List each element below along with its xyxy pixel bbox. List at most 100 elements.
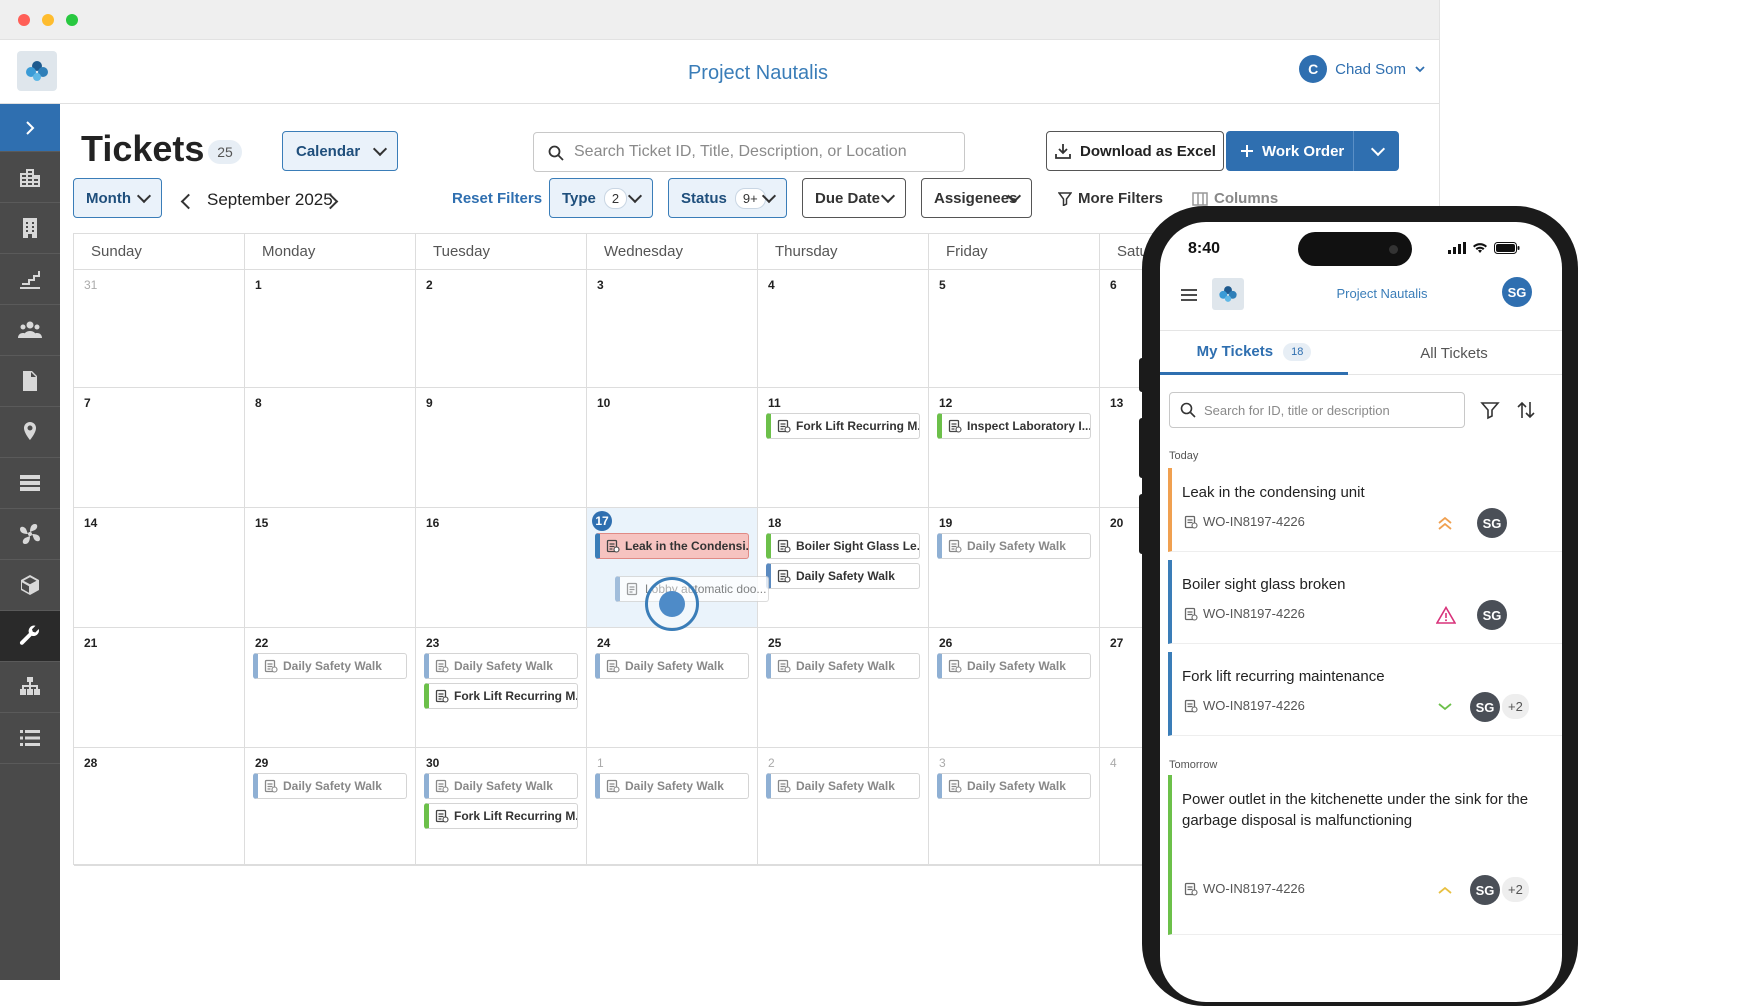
calendar-event[interactable]: Daily Safety Walk bbox=[595, 773, 749, 799]
calendar-day-cell[interactable]: 25 Daily Safety Walk bbox=[758, 628, 929, 748]
calendar-day-cell[interactable]: 12 Inspect Laboratory I... bbox=[929, 388, 1100, 508]
sidebar-item-building[interactable] bbox=[0, 203, 60, 254]
calendar-day-cell[interactable]: 18 Boiler Sight Glass Le... Daily Safety W… bbox=[758, 508, 929, 628]
calendar-day-cell[interactable]: 16 bbox=[416, 508, 587, 628]
calendar-day-cell[interactable]: 3 Daily Safety Walk bbox=[929, 748, 1100, 866]
calendar-day-cell[interactable]: 22 Daily Safety Walk bbox=[245, 628, 416, 748]
assignees-filter[interactable]: Assigenees bbox=[921, 178, 1032, 218]
sidebar-item-inventory[interactable] bbox=[0, 560, 60, 611]
calendar-event[interactable]: Daily Safety Walk bbox=[937, 773, 1091, 799]
sidebar-item-buildings[interactable] bbox=[0, 152, 60, 203]
calendar-day-cell[interactable]: 23 Daily Safety Walk Fork Lift Recurring M… bbox=[416, 628, 587, 748]
calendar-event[interactable]: Fork Lift Recurring M... bbox=[424, 803, 578, 829]
filter-icon[interactable] bbox=[1480, 400, 1500, 420]
sidebar-item-locations[interactable] bbox=[0, 407, 60, 458]
calendar-day-cell[interactable]: 14 bbox=[74, 508, 245, 628]
sidebar-item-documents[interactable] bbox=[0, 356, 60, 407]
calendar-event[interactable]: Fork Lift Recurring M... bbox=[766, 413, 920, 439]
calendar-event[interactable]: Leak in the Condensi... bbox=[595, 533, 749, 559]
sidebar-item-people[interactable] bbox=[0, 305, 60, 356]
type-filter[interactable]: Type 2 bbox=[549, 178, 653, 218]
ticket-card[interactable]: Power outlet in the kitchenette under th… bbox=[1168, 775, 1562, 935]
period-select[interactable]: Month bbox=[73, 178, 162, 218]
sidebar-item-work-orders[interactable] bbox=[0, 611, 60, 662]
view-select[interactable]: Calendar bbox=[282, 131, 398, 171]
close-window-button[interactable] bbox=[18, 14, 30, 26]
calendar-event[interactable]: Daily Safety Walk bbox=[424, 653, 578, 679]
ticket-card[interactable]: Boiler sight glass broken WO-IN8197-4226 S… bbox=[1168, 560, 1562, 644]
phone-user-avatar[interactable]: SG bbox=[1502, 277, 1532, 307]
calendar-day-cell[interactable]: 24 Daily Safety Walk bbox=[587, 628, 758, 748]
sidebar-item-equipment[interactable] bbox=[0, 509, 60, 560]
ticket-icon bbox=[948, 539, 962, 553]
calendar-day-cell[interactable]: 5 bbox=[929, 270, 1100, 388]
sort-icon[interactable] bbox=[1516, 400, 1536, 420]
calendar-day-cell[interactable]: 28 bbox=[74, 748, 245, 866]
calendar-event[interactable]: Daily Safety Walk bbox=[766, 773, 920, 799]
calendar-day-cell[interactable]: 2 bbox=[416, 270, 587, 388]
user-menu[interactable]: C Chad Som bbox=[1299, 55, 1426, 83]
calendar-event[interactable]: Daily Safety Walk bbox=[766, 563, 920, 589]
calendar-day-cell[interactable]: 31 bbox=[74, 270, 245, 388]
ticket-search-field[interactable] bbox=[533, 132, 965, 172]
calendar-day-cell[interactable]: 3 bbox=[587, 270, 758, 388]
sidebar-item-hierarchy[interactable] bbox=[0, 662, 60, 713]
people-icon bbox=[18, 321, 42, 338]
calendar-day-cell[interactable]: 2 Daily Safety Walk bbox=[758, 748, 929, 866]
day-number: 1 bbox=[597, 756, 604, 770]
calendar-event[interactable]: Daily Safety Walk bbox=[253, 773, 407, 799]
calendar-event[interactable]: Daily Safety Walk bbox=[766, 653, 920, 679]
calendar-day-cell[interactable]: 15 bbox=[245, 508, 416, 628]
calendar-event[interactable]: Daily Safety Walk bbox=[424, 773, 578, 799]
phone-search-input[interactable] bbox=[1204, 402, 1454, 418]
calendar-day-cell[interactable]: 9 bbox=[416, 388, 587, 508]
day-number: 6 bbox=[1110, 278, 1117, 292]
due-date-filter[interactable]: Due Date bbox=[802, 178, 906, 218]
calendar-day-cell[interactable]: 29 Daily Safety Walk bbox=[245, 748, 416, 866]
status-filter[interactable]: Status 9+ bbox=[668, 178, 787, 218]
calendar-event[interactable]: Inspect Laboratory I... bbox=[937, 413, 1091, 439]
calendar-event[interactable]: Fork Lift Recurring M... bbox=[424, 683, 578, 709]
ticket-card[interactable]: Leak in the condensing unit WO-IN8197-422… bbox=[1168, 468, 1562, 552]
reset-filters-link[interactable]: Reset Filters bbox=[452, 190, 542, 207]
calendar-day-cell[interactable]: 19 Daily Safety Walk bbox=[929, 508, 1100, 628]
calendar-day-cell[interactable]: 4 bbox=[758, 270, 929, 388]
chevron-down-icon bbox=[1415, 66, 1425, 73]
phone-status-icons bbox=[1448, 242, 1520, 254]
calendar-day-cell[interactable]: 8 bbox=[245, 388, 416, 508]
minimize-window-button[interactable] bbox=[42, 14, 54, 26]
tab-all-tickets[interactable]: All Tickets bbox=[1360, 331, 1548, 375]
maximize-window-button[interactable] bbox=[66, 14, 78, 26]
calendar-day-cell[interactable]: 7 bbox=[74, 388, 245, 508]
columns-button[interactable]: Columns bbox=[1192, 190, 1278, 207]
calendar-day-cell[interactable]: 26 Daily Safety Walk bbox=[929, 628, 1100, 748]
calendar-event[interactable]: Daily Safety Walk bbox=[937, 653, 1091, 679]
chevron-down-icon bbox=[627, 188, 643, 204]
more-filters-button[interactable]: More Filters bbox=[1058, 190, 1163, 207]
phone-search-field[interactable] bbox=[1169, 392, 1465, 428]
calendar-event[interactable]: Daily Safety Walk bbox=[595, 653, 749, 679]
calendar-day-cell[interactable]: 11 Fork Lift Recurring M... bbox=[758, 388, 929, 508]
ticket-card[interactable]: Fork lift recurring maintenance WO-IN8197… bbox=[1168, 652, 1562, 736]
sidebar-expand-button[interactable] bbox=[0, 104, 60, 152]
create-work-order-button[interactable]: Work Order bbox=[1226, 131, 1354, 171]
calendar-day-cell[interactable]: 30 Daily Safety Walk Fork Lift Recurring M… bbox=[416, 748, 587, 866]
ticket-search-input[interactable] bbox=[574, 143, 944, 161]
calendar-event[interactable]: Boiler Sight Glass Le... bbox=[766, 533, 920, 559]
ticket-id: WO-IN8197-4226 bbox=[1184, 514, 1305, 529]
calendar-day-cell[interactable]: 21 bbox=[74, 628, 245, 748]
calendar-event[interactable]: Daily Safety Walk bbox=[253, 653, 407, 679]
priority-low-icon bbox=[1438, 703, 1452, 711]
sidebar-item-floors[interactable] bbox=[0, 254, 60, 305]
sidebar-item-lists[interactable] bbox=[0, 713, 60, 764]
tab-my-tickets[interactable]: My Tickets 18 bbox=[1160, 331, 1348, 375]
calendar-day-cell[interactable]: 1 Daily Safety Walk bbox=[587, 748, 758, 866]
ticket-id-text: WO-IN8197-4226 bbox=[1203, 698, 1305, 713]
previous-month-button[interactable] bbox=[180, 193, 197, 210]
calendar-day-cell[interactable]: 1 bbox=[245, 270, 416, 388]
sidebar-item-systems[interactable] bbox=[0, 458, 60, 509]
calendar-event[interactable]: Daily Safety Walk bbox=[937, 533, 1091, 559]
download-excel-button[interactable]: Download as Excel bbox=[1046, 131, 1224, 171]
work-order-dropdown-button[interactable] bbox=[1354, 131, 1399, 171]
calendar-day-cell[interactable]: 10 bbox=[587, 388, 758, 508]
